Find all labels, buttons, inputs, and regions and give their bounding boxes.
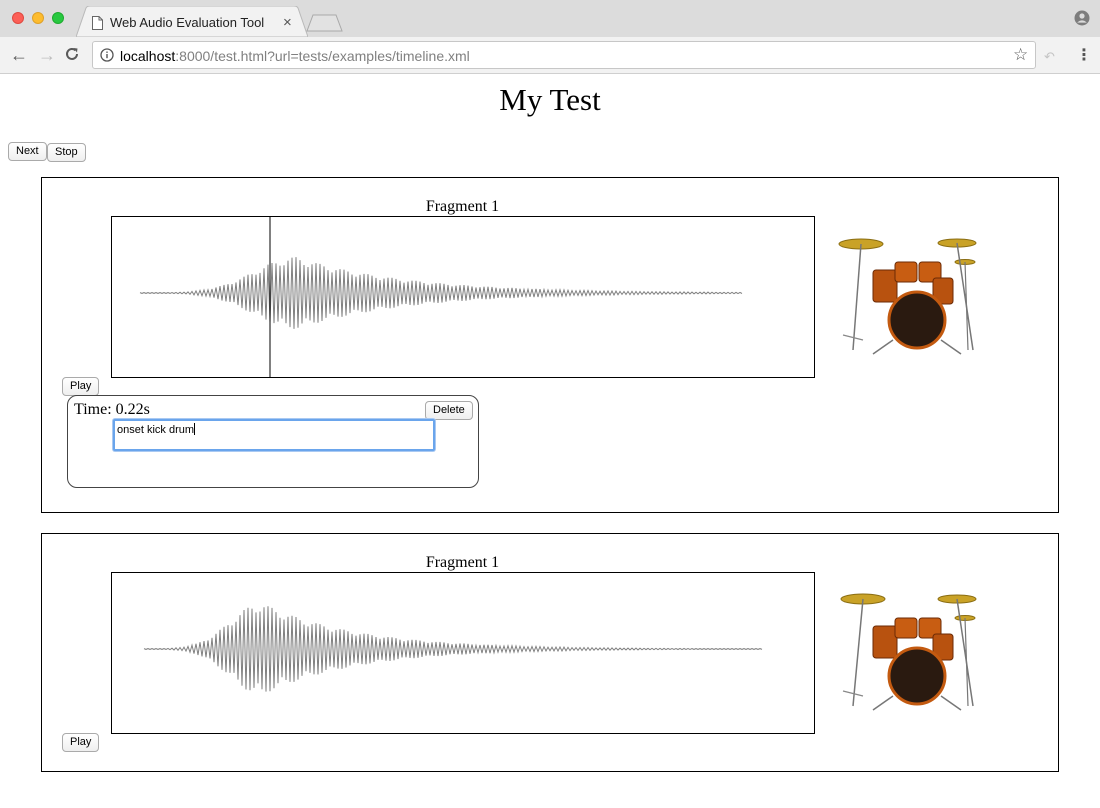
url-path: :8000/test.html?url=tests/examples/timel…: [175, 48, 470, 64]
play-button[interactable]: Play: [62, 733, 100, 752]
next-button[interactable]: Next: [8, 142, 47, 161]
url-text: localhost:8000/test.html?url=tests/examp…: [120, 48, 470, 64]
drum-kit-image: [833, 230, 993, 360]
play-button[interactable]: Play: [62, 377, 100, 396]
page-title: My Test: [499, 82, 601, 117]
comment-textarea[interactable]: onset kick drum: [113, 419, 435, 451]
waveform: [143, 606, 763, 692]
extension-icon[interactable]: ↶: [1044, 49, 1055, 65]
minimize-window-button[interactable]: [32, 12, 44, 24]
comment-box: Time: 0.22s Delete onset kick drum: [67, 395, 479, 488]
url-host: localhost: [120, 48, 176, 64]
comment-time: Time: 0.22s: [74, 401, 150, 418]
forward-icon[interactable]: →: [38, 46, 56, 64]
info-icon[interactable]: [100, 48, 114, 67]
profile-icon[interactable]: [1074, 10, 1090, 31]
waveform: [139, 217, 743, 377]
browser-titlebar: Web Audio Evaluation Tool ×: [0, 0, 1100, 38]
browser-toolbar: ← → localhost:8000/test.html?url=tests/e…: [0, 37, 1100, 74]
reload-icon[interactable]: [64, 46, 80, 65]
waveform-canvas[interactable]: [111, 216, 815, 378]
address-bar[interactable]: localhost:8000/test.html?url=tests/examp…: [92, 41, 1036, 69]
star-icon[interactable]: ☆: [1013, 45, 1028, 65]
fragment-label: Fragment 1: [425, 198, 500, 215]
stop-button[interactable]: Stop: [47, 143, 86, 162]
back-icon[interactable]: ←: [10, 46, 28, 64]
fragment-label: Fragment 1: [425, 554, 500, 571]
delete-button[interactable]: Delete: [425, 401, 473, 420]
drum-kit-image: [833, 586, 993, 716]
document-icon: [92, 16, 103, 30]
tab-web-audio-evaluation-tool[interactable]: Web Audio Evaluation Tool ×: [76, 6, 308, 38]
maximize-window-button[interactable]: [52, 12, 64, 24]
menu-icon[interactable]: ⋮: [1076, 45, 1092, 65]
close-window-button[interactable]: [12, 12, 24, 24]
tab-close-icon[interactable]: ×: [283, 14, 292, 31]
tab-title: Web Audio Evaluation Tool: [110, 15, 265, 30]
comment-text: onset kick drum: [117, 424, 195, 436]
new-tab-button[interactable]: [306, 14, 344, 37]
waveform-canvas[interactable]: [111, 572, 815, 734]
